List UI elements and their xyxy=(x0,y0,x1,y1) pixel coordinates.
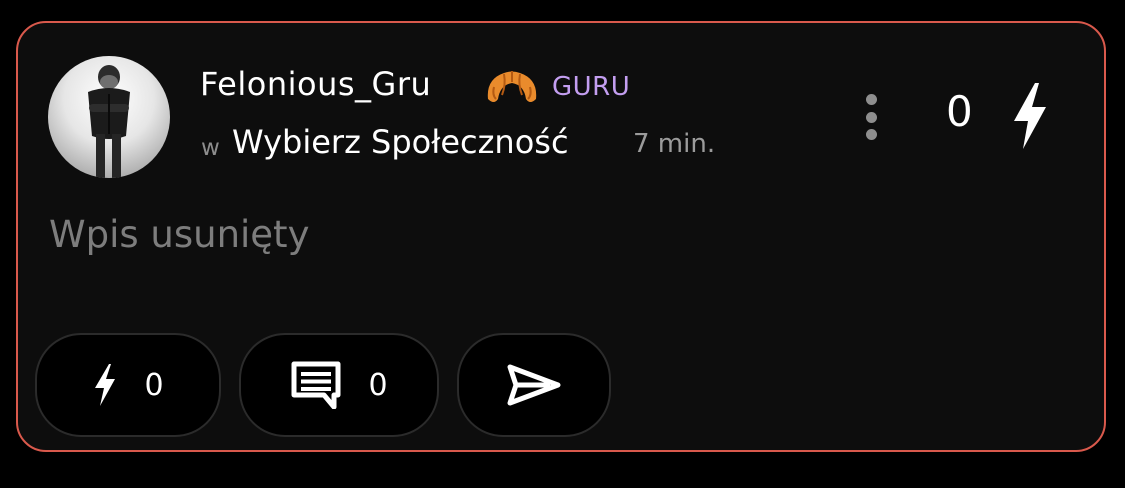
croissant-icon xyxy=(487,71,537,102)
share-button[interactable] xyxy=(457,333,611,437)
post-content: Wpis usunięty xyxy=(49,213,310,256)
comment-button[interactable]: 0 xyxy=(239,333,439,437)
community-prefix: w xyxy=(201,135,220,161)
dot-icon xyxy=(865,111,877,123)
score-value: 0 xyxy=(946,87,973,136)
rank-badge: GURU xyxy=(552,72,631,102)
lightning-icon[interactable] xyxy=(1008,81,1052,151)
avatar[interactable] xyxy=(48,56,170,178)
dot-icon xyxy=(865,94,877,105)
comment-icon xyxy=(291,361,341,409)
more-options-button[interactable] xyxy=(856,91,886,143)
comment-count: 0 xyxy=(368,367,388,403)
zap-button[interactable]: 0 xyxy=(35,333,221,437)
lightning-icon xyxy=(95,364,116,406)
username[interactable]: Felonious_Gru xyxy=(200,65,431,103)
post-time: 7 min. xyxy=(633,129,716,159)
post-card: Felonious_Gru GURU w Wybierz Społeczność… xyxy=(16,21,1106,452)
zap-count: 0 xyxy=(144,367,164,403)
send-icon xyxy=(507,364,561,406)
avatar-image xyxy=(88,65,130,178)
dot-icon xyxy=(865,129,877,140)
community-link[interactable]: Wybierz Społeczność xyxy=(232,123,569,161)
